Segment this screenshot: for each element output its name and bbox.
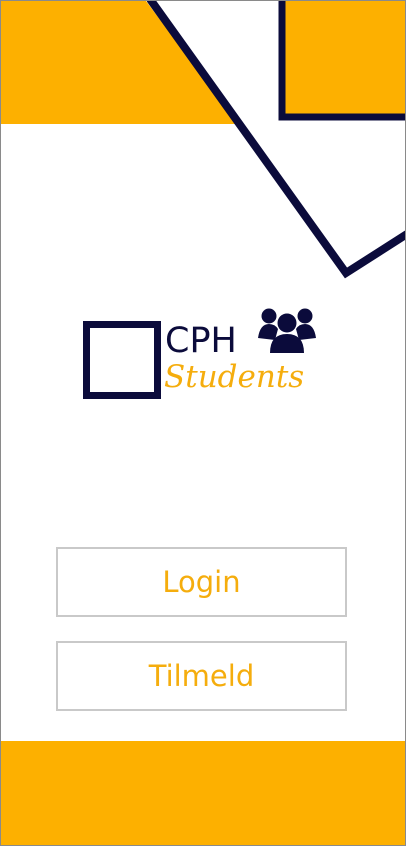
top-right-orange-square xyxy=(284,1,405,114)
top-left-orange-shape xyxy=(1,1,238,124)
users-group-icon xyxy=(258,308,316,353)
logo-title-students: Students xyxy=(164,359,305,395)
logo-square-mark xyxy=(83,321,161,399)
footer-orange-band xyxy=(1,741,405,845)
app-screen: CPH Students Login Tilmeld xyxy=(0,0,406,846)
app-logo: CPH Students xyxy=(79,301,331,399)
background-art xyxy=(1,1,405,279)
signup-button[interactable]: Tilmeld xyxy=(56,641,347,711)
login-button[interactable]: Login xyxy=(56,547,347,617)
